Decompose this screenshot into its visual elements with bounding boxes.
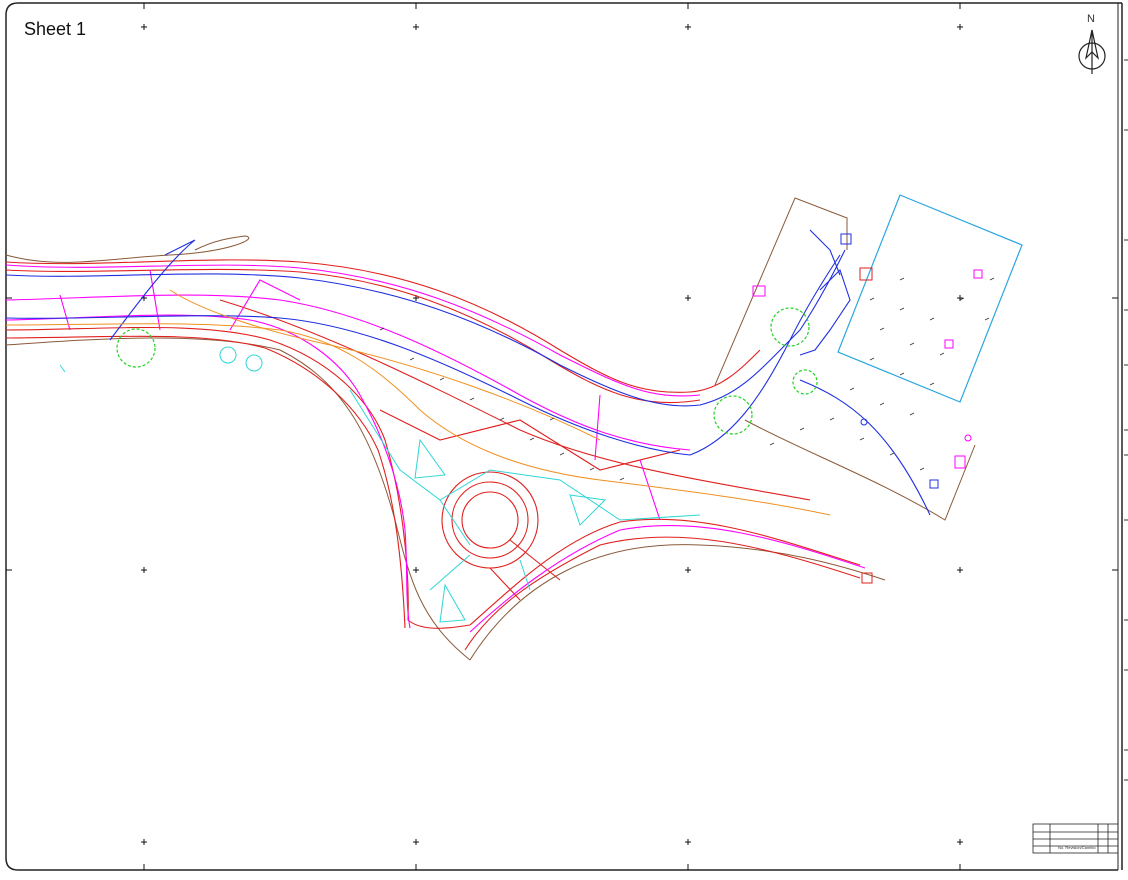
- sheet-border: [5, 2, 1123, 871]
- title-block-label: No. Revisión/Cambio: [1058, 845, 1096, 850]
- utility-lines-blue: [5, 229, 931, 516]
- drawing-sheet: Sheet 1 N No. Revisión/Cambio: [0, 0, 1128, 875]
- right-edge-ticks: [1124, 59, 1128, 781]
- road-lines-red: [5, 259, 861, 651]
- road-lines-magenta: [5, 264, 866, 633]
- cad-drawing: [5, 2, 1128, 871]
- north-arrow-icon: [1078, 29, 1106, 74]
- north-label: N: [1087, 13, 1095, 25]
- building-outline: [837, 194, 1023, 403]
- site-markers: [752, 233, 983, 584]
- road-edge-brown: [5, 197, 976, 661]
- sheet-title: Sheet 1: [24, 19, 87, 39]
- trees-green: [116, 307, 818, 435]
- grid-crosses: [6, 3, 1118, 870]
